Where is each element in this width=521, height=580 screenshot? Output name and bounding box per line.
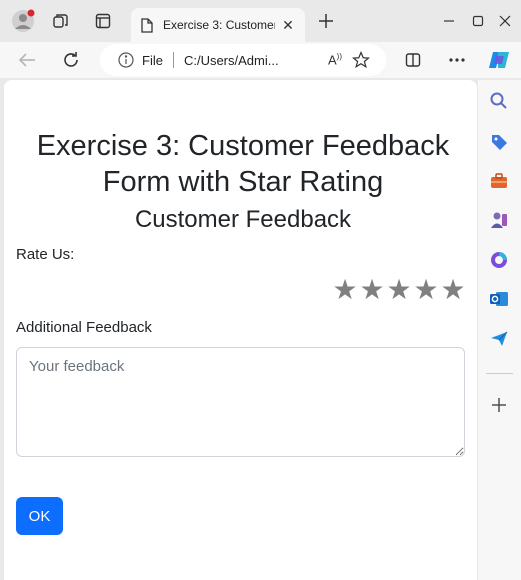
page-title: Exercise 3: Customer Feedback Form with …	[36, 130, 450, 198]
page-icon	[141, 17, 153, 33]
info-icon[interactable]	[118, 52, 134, 68]
games-icon[interactable]	[486, 207, 512, 233]
read-aloud-icon[interactable]: A))	[328, 52, 342, 67]
edge-sidebar	[478, 80, 521, 580]
ok-button[interactable]: OK	[16, 497, 63, 535]
title-bar: Exercise 3: Customer ✕	[0, 0, 521, 42]
file-label: File	[142, 52, 163, 68]
search-icon[interactable]	[486, 88, 512, 114]
feedback-textarea[interactable]	[16, 347, 465, 457]
web-page: Exercise 3: Customer Feedback Form with …	[4, 80, 477, 580]
url-text[interactable]: C:/Users/Admi...	[184, 53, 280, 68]
microsoft365-icon[interactable]	[486, 247, 512, 273]
copilot-icon	[489, 52, 509, 68]
profile-button[interactable]	[8, 6, 38, 36]
split-screen-icon	[405, 53, 421, 67]
maximize-icon	[472, 15, 484, 27]
minimize-icon	[444, 20, 454, 22]
workspaces-button[interactable]	[46, 6, 76, 36]
plus-icon[interactable]	[486, 392, 512, 418]
shopping-icon[interactable]	[486, 129, 512, 155]
copilot-button[interactable]	[484, 45, 514, 75]
toolbar: File C:/Users/Admi... A))	[0, 42, 521, 78]
tab-actions-icon	[95, 13, 111, 29]
close-icon: ✕	[282, 16, 294, 33]
address-separator	[172, 52, 174, 68]
maximize-button[interactable]	[464, 6, 492, 36]
window-close-button[interactable]	[491, 6, 519, 36]
back-button[interactable]	[12, 45, 42, 75]
active-tab[interactable]: Exercise 3: Customer ✕	[131, 8, 305, 42]
tab-title: Exercise 3: Customer	[163, 18, 275, 32]
new-tab-button[interactable]	[311, 6, 341, 36]
profile-icon	[12, 9, 35, 32]
outlook-icon[interactable]	[486, 286, 512, 312]
refresh-icon	[64, 52, 78, 67]
plus-icon	[319, 14, 333, 28]
star-1[interactable]: ★	[332, 276, 358, 304]
form-heading: Customer Feedback	[134, 206, 352, 233]
send-icon[interactable]	[486, 326, 512, 352]
favorite-icon[interactable]	[351, 50, 371, 72]
star-5[interactable]: ★	[440, 276, 466, 304]
tab-actions-button[interactable]	[88, 6, 118, 36]
close-icon	[499, 15, 511, 27]
address-bar[interactable]: File C:/Users/Admi... A))	[100, 44, 386, 76]
back-icon	[18, 53, 35, 67]
star-3[interactable]: ★	[386, 276, 412, 304]
star-rating: ★ ★ ★ ★ ★	[332, 276, 466, 307]
rate-label: Rate Us:	[16, 246, 75, 263]
workspaces-icon	[53, 14, 68, 28]
star-4[interactable]: ★	[413, 276, 439, 304]
star-2[interactable]: ★	[359, 276, 385, 304]
more-icon	[449, 58, 465, 62]
split-screen-button[interactable]	[398, 45, 428, 75]
more-button[interactable]	[442, 45, 472, 75]
sidebar-divider	[486, 373, 513, 374]
tools-icon[interactable]	[486, 168, 512, 194]
feedback-label: Additional Feedback	[16, 319, 152, 336]
minimize-button[interactable]	[435, 6, 463, 36]
refresh-button[interactable]	[56, 45, 86, 75]
tab-close-button[interactable]: ✕	[279, 16, 297, 34]
